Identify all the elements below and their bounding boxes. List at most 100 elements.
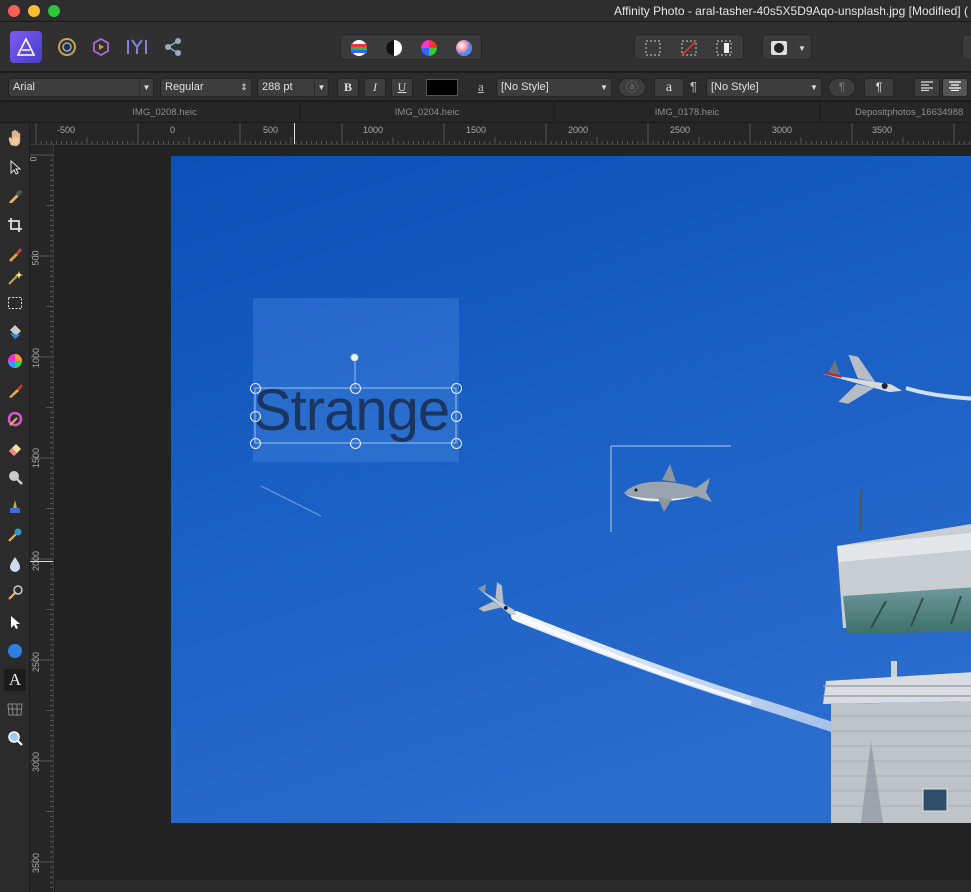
move-tool-icon[interactable] — [4, 156, 26, 178]
tone-mapping-persona-icon[interactable] — [124, 36, 150, 58]
chevron-down-icon: ▼ — [139, 79, 153, 96]
gradient-tool-icon[interactable] — [4, 350, 26, 372]
marquee-tool-icon[interactable] — [4, 292, 26, 314]
ruler-label: 500 — [263, 125, 279, 135]
ruler-label: 3500 — [872, 125, 893, 135]
color-picker-tool-icon[interactable] — [4, 185, 26, 207]
dodge-tool-icon[interactable] — [4, 524, 26, 546]
ruler-label: 2500 — [31, 651, 42, 673]
ruler-label: 2000 — [568, 125, 589, 135]
font-style-select[interactable]: Regular ⇕ — [160, 78, 252, 97]
deselect-icon[interactable] — [679, 38, 699, 58]
white-balance-icon[interactable] — [454, 38, 474, 58]
zoom-tool-icon[interactable] — [4, 727, 26, 749]
resize-handle-bottom-left[interactable] — [250, 438, 261, 449]
ellipse-tool-icon[interactable] — [4, 640, 26, 662]
canvas-area[interactable]: Strange — [55, 146, 971, 892]
clear-paragraph-style-button[interactable]: ¶ — [828, 78, 856, 97]
chevron-down-icon: ▼ — [314, 79, 328, 96]
resize-handle-bottom-right[interactable] — [451, 438, 462, 449]
ruler-label: 3000 — [31, 751, 42, 773]
text-color-swatch[interactable] — [426, 79, 458, 96]
resize-handle-top-left[interactable] — [250, 383, 261, 394]
levels-icon[interactable] — [349, 38, 369, 58]
align-center-button[interactable] — [942, 78, 968, 97]
hand-tool-icon[interactable] — [4, 127, 26, 149]
resize-handle-bottom[interactable] — [350, 438, 361, 449]
ruler-label: 3000 — [772, 125, 793, 135]
ruler-label: 0 — [30, 156, 39, 161]
horizontal-scrollbar[interactable] — [55, 880, 971, 892]
tab-depositphotos[interactable]: Depositphotos_16634988 — [820, 102, 971, 123]
align-left-button[interactable] — [914, 78, 940, 97]
ruler-label: 1000 — [363, 125, 384, 135]
ruler-label: 1500 — [466, 125, 487, 135]
resize-handle-right[interactable] — [451, 411, 462, 422]
ruler-label: 1500 — [31, 447, 42, 469]
crop-tool-icon[interactable] — [4, 214, 26, 236]
font-family-select[interactable]: Arial ▼ — [8, 78, 154, 97]
export-persona-icon[interactable] — [162, 36, 184, 58]
close-window-button[interactable] — [8, 5, 20, 17]
resize-handle-top-right[interactable] — [451, 383, 462, 394]
horizontal-ruler[interactable]: -500 0 500 1000 1500 2000 2500 3000 3500 — [30, 123, 971, 145]
chevron-down-icon: ▼ — [810, 83, 818, 92]
zoom-window-button[interactable] — [48, 5, 60, 17]
paint-brush-tool-icon[interactable] — [4, 379, 26, 401]
liquify-persona-icon[interactable] — [56, 36, 78, 58]
quick-mask-group: ▼ — [762, 34, 812, 60]
hsl-icon[interactable] — [419, 38, 439, 58]
underline-button[interactable]: U — [391, 78, 413, 97]
node-tool-icon[interactable] — [4, 611, 26, 633]
font-style-value: Regular — [165, 81, 204, 93]
invert-selection-icon[interactable] — [714, 38, 734, 58]
artistic-text-tool-icon[interactable]: A — [4, 669, 26, 691]
selection-brush-tool-icon[interactable] — [4, 243, 26, 265]
quick-mask-icon[interactable] — [769, 38, 789, 58]
mesh-warp-tool-icon[interactable] — [4, 698, 26, 720]
bold-button[interactable]: B — [337, 78, 359, 97]
black-white-icon[interactable] — [384, 38, 404, 58]
resize-handle-top[interactable] — [350, 383, 361, 394]
document-image[interactable] — [171, 156, 971, 823]
tab-img-0204[interactable]: IMG_0204.heic — [300, 102, 555, 123]
select-all-icon[interactable] — [643, 38, 663, 58]
tab-img-0178[interactable]: IMG_0178.heic — [555, 102, 820, 123]
eraser-tool-icon[interactable] — [4, 437, 26, 459]
vertical-ruler[interactable]: 0 500 1000 1500 2000 2500 3000 3500 — [30, 145, 54, 892]
paragraph-style-icon: ¶ — [690, 79, 697, 94]
flood-select-tool-icon[interactable] — [4, 267, 26, 289]
paragraph-style-apply-button[interactable]: ¶ — [864, 78, 894, 97]
window-title: Affinity Photo - aral-tasher-40s5X5D9Aqo… — [614, 4, 968, 18]
healing-tool-icon[interactable] — [4, 582, 26, 604]
paragraph-style-value: [No Style] — [711, 81, 759, 93]
clear-character-style-button[interactable]: ⓐ — [618, 78, 646, 97]
updown-icon: ⇕ — [240, 82, 248, 92]
photo-persona-icon[interactable] — [10, 31, 42, 63]
rotation-handle[interactable] — [350, 353, 359, 362]
mixer-brush-tool-icon[interactable] — [4, 408, 26, 430]
flood-fill-tool-icon[interactable] — [4, 321, 26, 343]
character-style-value: [No Style] — [501, 81, 549, 93]
chevron-down-icon: ▼ — [600, 83, 608, 92]
font-size-field[interactable]: 288 pt ▼ — [257, 78, 329, 97]
font-size-value: 288 pt — [262, 81, 293, 93]
ruler-cursor-marker — [294, 123, 295, 144]
blur-tool-icon[interactable] — [4, 553, 26, 575]
italic-button[interactable]: I — [364, 78, 386, 97]
ruler-label: -500 — [57, 125, 76, 135]
character-style-icon: a — [478, 79, 484, 94]
tab-img-0208[interactable]: IMG_0208.heic — [30, 102, 300, 123]
title-bar: Affinity Photo - aral-tasher-40s5X5D9Aqo… — [0, 0, 971, 22]
overflow-group[interactable] — [962, 34, 971, 60]
clone-tool-icon[interactable] — [4, 466, 26, 488]
develop-persona-icon[interactable] — [90, 36, 112, 58]
resize-handle-left[interactable] — [250, 411, 261, 422]
paragraph-style-select[interactable]: [No Style] ▼ — [706, 78, 822, 97]
character-style-select[interactable]: [No Style] ▼ — [496, 78, 612, 97]
inpainting-tool-icon[interactable] — [4, 495, 26, 517]
chevron-down-icon[interactable]: ▼ — [796, 41, 808, 55]
character-style-apply-button[interactable]: a — [654, 78, 684, 97]
document-tabs: IMG_0208.heic IMG_0204.heic IMG_0178.hei… — [0, 102, 971, 123]
minimize-window-button[interactable] — [28, 5, 40, 17]
